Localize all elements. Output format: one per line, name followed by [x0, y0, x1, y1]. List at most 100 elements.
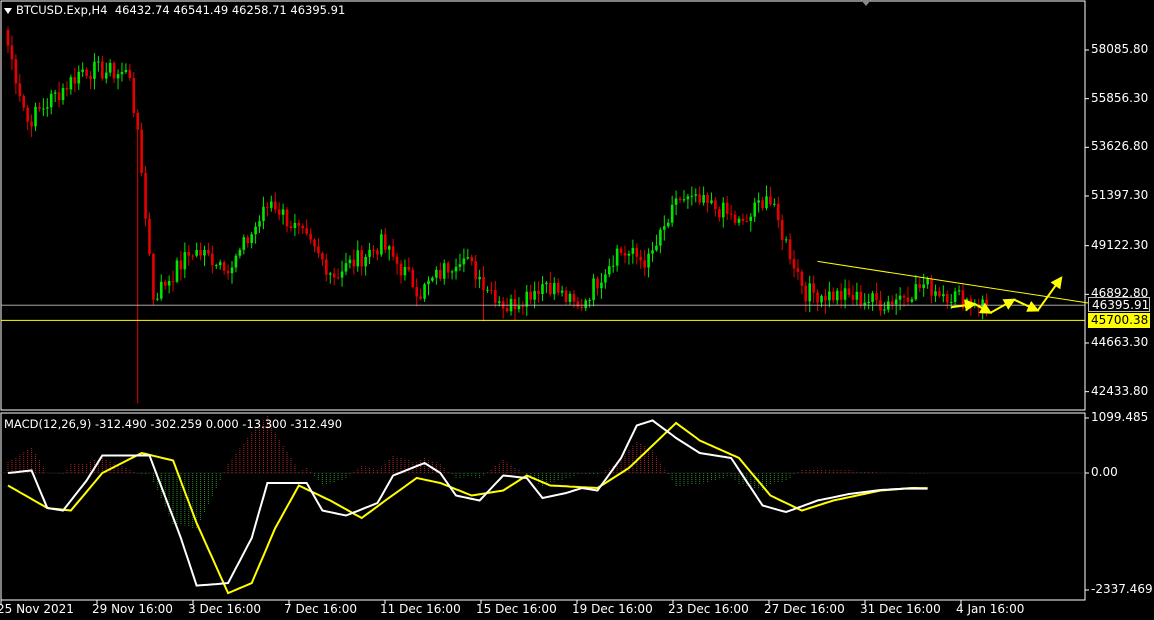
candle — [639, 249, 643, 269]
candle — [128, 64, 132, 81]
candle — [792, 250, 796, 278]
candle — [934, 284, 937, 302]
candle — [112, 61, 116, 84]
candle — [309, 228, 312, 244]
candle — [419, 288, 422, 301]
candle — [450, 269, 454, 280]
candle — [737, 216, 741, 226]
macd-histogram — [7, 415, 929, 530]
candle — [446, 261, 450, 279]
candle — [670, 195, 674, 227]
candle — [718, 206, 721, 222]
candle — [745, 213, 749, 223]
time-tick-label: 4 Jan 16:00 — [956, 602, 1025, 616]
macd-tick-label: 0.00 — [1091, 465, 1118, 479]
candle — [159, 274, 163, 301]
candle — [545, 281, 548, 294]
candle — [344, 252, 348, 276]
time-tick-label: 23 Dec 16:00 — [668, 602, 749, 616]
macd-pane-frame — [0, 412, 1086, 601]
candle — [42, 98, 45, 117]
price-tick-label: 58085.80 — [1091, 42, 1149, 56]
candle — [6, 26, 10, 53]
candle — [780, 214, 784, 251]
candle — [957, 285, 961, 296]
candle — [376, 248, 379, 261]
candle — [120, 62, 124, 82]
candle — [285, 207, 289, 233]
time-tick-label: 11 Dec 16:00 — [380, 602, 461, 616]
candle — [706, 192, 709, 213]
candle — [10, 35, 14, 71]
time-tick-label: 3 Dec 16:00 — [188, 602, 262, 616]
candle — [73, 67, 77, 93]
candle — [277, 202, 281, 221]
candle — [250, 231, 253, 249]
candle — [659, 227, 662, 254]
candle — [741, 213, 745, 225]
candle — [340, 260, 344, 287]
candle — [222, 260, 226, 275]
candle — [124, 63, 128, 74]
candle — [541, 276, 544, 302]
candle — [533, 281, 536, 309]
menu-triangle-icon[interactable] — [4, 7, 12, 14]
candle — [890, 295, 894, 310]
price-tick-label: 55856.30 — [1091, 90, 1149, 105]
candle — [607, 258, 611, 278]
candle — [399, 260, 403, 284]
candle — [674, 190, 678, 216]
candle — [812, 275, 815, 304]
candle — [321, 251, 324, 266]
time-tick-label: 31 Dec 16:00 — [860, 602, 941, 616]
candle — [568, 291, 572, 305]
support-price-tag: 45700.38 — [1088, 313, 1150, 329]
candle — [470, 254, 474, 266]
candle — [773, 198, 776, 207]
candle — [313, 238, 316, 253]
candle — [53, 89, 57, 103]
candle — [914, 275, 918, 301]
candle — [776, 196, 780, 228]
candle — [427, 276, 430, 296]
candle — [702, 186, 705, 206]
candle — [454, 258, 458, 280]
candle — [879, 290, 882, 316]
candle — [97, 55, 100, 72]
candle — [238, 247, 242, 259]
candle — [179, 250, 183, 281]
candle — [152, 252, 155, 306]
candle — [69, 74, 73, 95]
candle — [600, 273, 603, 299]
scroll-marker-icon[interactable] — [861, 0, 871, 6]
candle — [207, 242, 210, 257]
candle — [183, 242, 187, 279]
candle — [576, 296, 580, 310]
candle — [604, 269, 607, 289]
candle — [490, 281, 493, 295]
candle — [14, 54, 18, 95]
candle — [843, 279, 847, 309]
candle — [368, 242, 371, 265]
candle — [136, 109, 139, 404]
candle — [116, 69, 120, 90]
candle — [49, 89, 53, 115]
candle — [132, 71, 136, 118]
candle — [22, 94, 26, 111]
candle — [549, 271, 552, 297]
candle — [163, 279, 167, 290]
candle — [635, 243, 639, 265]
candle — [203, 245, 206, 267]
candle — [560, 285, 564, 297]
candle — [647, 248, 650, 278]
candle — [721, 197, 725, 228]
candle — [839, 283, 843, 309]
candle — [104, 62, 108, 84]
candle — [415, 278, 419, 307]
candle — [733, 210, 737, 226]
candle — [403, 259, 407, 281]
candle — [297, 219, 301, 235]
price-chart[interactable] — [0, 0, 1154, 620]
symbol-label: BTCUSD.Exp,H4 — [16, 3, 108, 17]
candle — [643, 250, 646, 276]
